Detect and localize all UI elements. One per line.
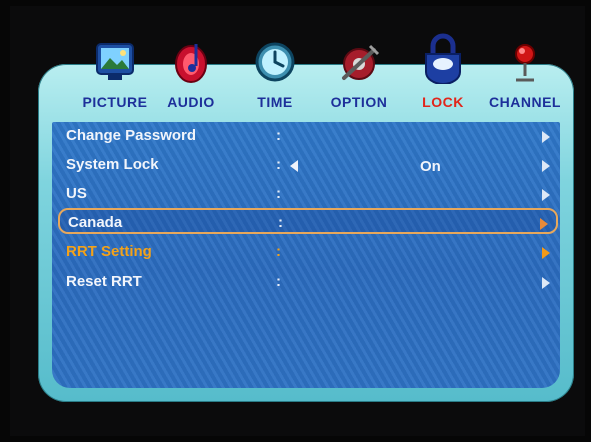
arrow-right-icon — [542, 131, 550, 143]
menu-item-label: US — [66, 185, 87, 202]
menu-item-change-password[interactable]: Change Password : — [58, 123, 558, 149]
tab-label: LOCK — [422, 94, 464, 110]
arrow-right-icon[interactable] — [542, 160, 550, 172]
tab-picture[interactable]: PICTURE — [76, 32, 154, 122]
channel-icon — [515, 44, 535, 82]
tab-time[interactable]: TIME — [236, 32, 314, 122]
menu-item-label: Reset RRT — [66, 273, 142, 290]
arrow-left-icon[interactable] — [290, 160, 298, 172]
arrow-right-icon — [542, 189, 550, 201]
lock-icon — [425, 33, 461, 84]
option-icon — [342, 44, 380, 80]
menu-item-colon: : — [276, 127, 281, 144]
tab-label: AUDIO — [167, 94, 215, 110]
arrow-right-icon — [540, 218, 548, 230]
menu-item-colon: : — [276, 156, 281, 173]
menu-item-system-lock[interactable]: System Lock : On — [58, 152, 558, 178]
tab-label: TIME — [257, 94, 293, 110]
menu-item-colon: : — [276, 243, 281, 260]
system-lock-value: On — [420, 158, 441, 175]
tab-label: CHANNEL — [489, 94, 561, 110]
menu-item-colon: : — [276, 273, 281, 290]
tab-audio[interactable]: AUDIO — [152, 32, 230, 122]
menu-item-reset-rrt[interactable]: Reset RRT : — [58, 269, 558, 295]
arrow-right-icon — [542, 247, 550, 259]
menu-item-label: Change Password — [66, 127, 197, 144]
tab-label: OPTION — [330, 94, 388, 110]
clock-icon — [255, 42, 295, 82]
tab-lock[interactable]: LOCK — [404, 32, 482, 122]
picture-icon — [96, 43, 134, 80]
arrow-right-icon — [542, 277, 550, 289]
audio-icon — [175, 44, 207, 83]
tab-label: PICTURE — [82, 94, 148, 110]
menu-item-label: RRT Setting — [66, 243, 152, 260]
menu-item-canada[interactable]: Canada : — [58, 208, 558, 234]
menu-item-label: Canada — [68, 214, 123, 231]
menu-item-colon: : — [276, 185, 281, 202]
menu-item-rrt-setting[interactable]: RRT Setting : — [58, 239, 558, 265]
tab-option[interactable]: OPTION — [320, 32, 398, 122]
tab-channel[interactable]: CHANNEL — [486, 32, 564, 122]
menu-item-label: System Lock — [66, 156, 159, 173]
menu-item-us[interactable]: US : — [58, 181, 558, 207]
menu-item-colon: : — [278, 214, 283, 231]
